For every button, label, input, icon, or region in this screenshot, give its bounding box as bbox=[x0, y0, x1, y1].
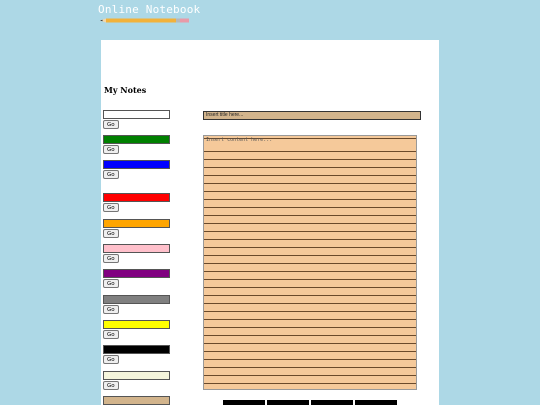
note-swatch-beige[interactable] bbox=[103, 371, 170, 380]
note-content-textarea[interactable]: Insert content here... bbox=[203, 135, 417, 390]
go-button-blue[interactable]: Go bbox=[103, 170, 119, 179]
go-button-gray[interactable]: Go bbox=[103, 305, 119, 314]
note-swatch-green[interactable] bbox=[103, 135, 170, 144]
my-notes-heading: My Notes bbox=[104, 85, 147, 95]
note-swatch-black[interactable] bbox=[103, 345, 170, 354]
app-title: Online Notebook bbox=[98, 3, 201, 16]
go-button-yellow[interactable]: Go bbox=[103, 330, 119, 339]
note-swatch-pink[interactable] bbox=[103, 244, 170, 253]
toolbar-button-2[interactable] bbox=[267, 400, 309, 405]
note-swatch-orange[interactable] bbox=[103, 219, 170, 228]
notebook-panel: My Notes Go Go Go Go Go Go Go Go Go Go Go Insert t… bbox=[101, 40, 439, 405]
note-swatch-red[interactable] bbox=[103, 193, 170, 202]
note-swatch-purple[interactable] bbox=[103, 269, 170, 278]
pencil-icon bbox=[100, 18, 189, 23]
go-button-purple[interactable]: Go bbox=[103, 279, 119, 288]
go-button-white[interactable]: Go bbox=[103, 120, 119, 129]
go-button-orange[interactable]: Go bbox=[103, 229, 119, 238]
toolbar-button-4[interactable] bbox=[355, 400, 397, 405]
toolbar-button-3[interactable] bbox=[311, 400, 353, 405]
go-button-pink[interactable]: Go bbox=[103, 254, 119, 263]
note-swatch-gray[interactable] bbox=[103, 295, 170, 304]
note-swatch-yellow[interactable] bbox=[103, 320, 170, 329]
toolbar-button-1[interactable] bbox=[223, 400, 265, 405]
go-button-red[interactable]: Go bbox=[103, 203, 119, 212]
go-button-beige[interactable]: Go bbox=[103, 381, 119, 390]
note-swatch-tan[interactable] bbox=[103, 396, 170, 405]
note-swatch-blue[interactable] bbox=[103, 160, 170, 169]
go-button-black[interactable]: Go bbox=[103, 355, 119, 364]
go-button-green[interactable]: Go bbox=[103, 145, 119, 154]
note-title-input[interactable]: Insert title here... bbox=[203, 111, 421, 120]
note-swatch-white[interactable] bbox=[103, 110, 170, 119]
